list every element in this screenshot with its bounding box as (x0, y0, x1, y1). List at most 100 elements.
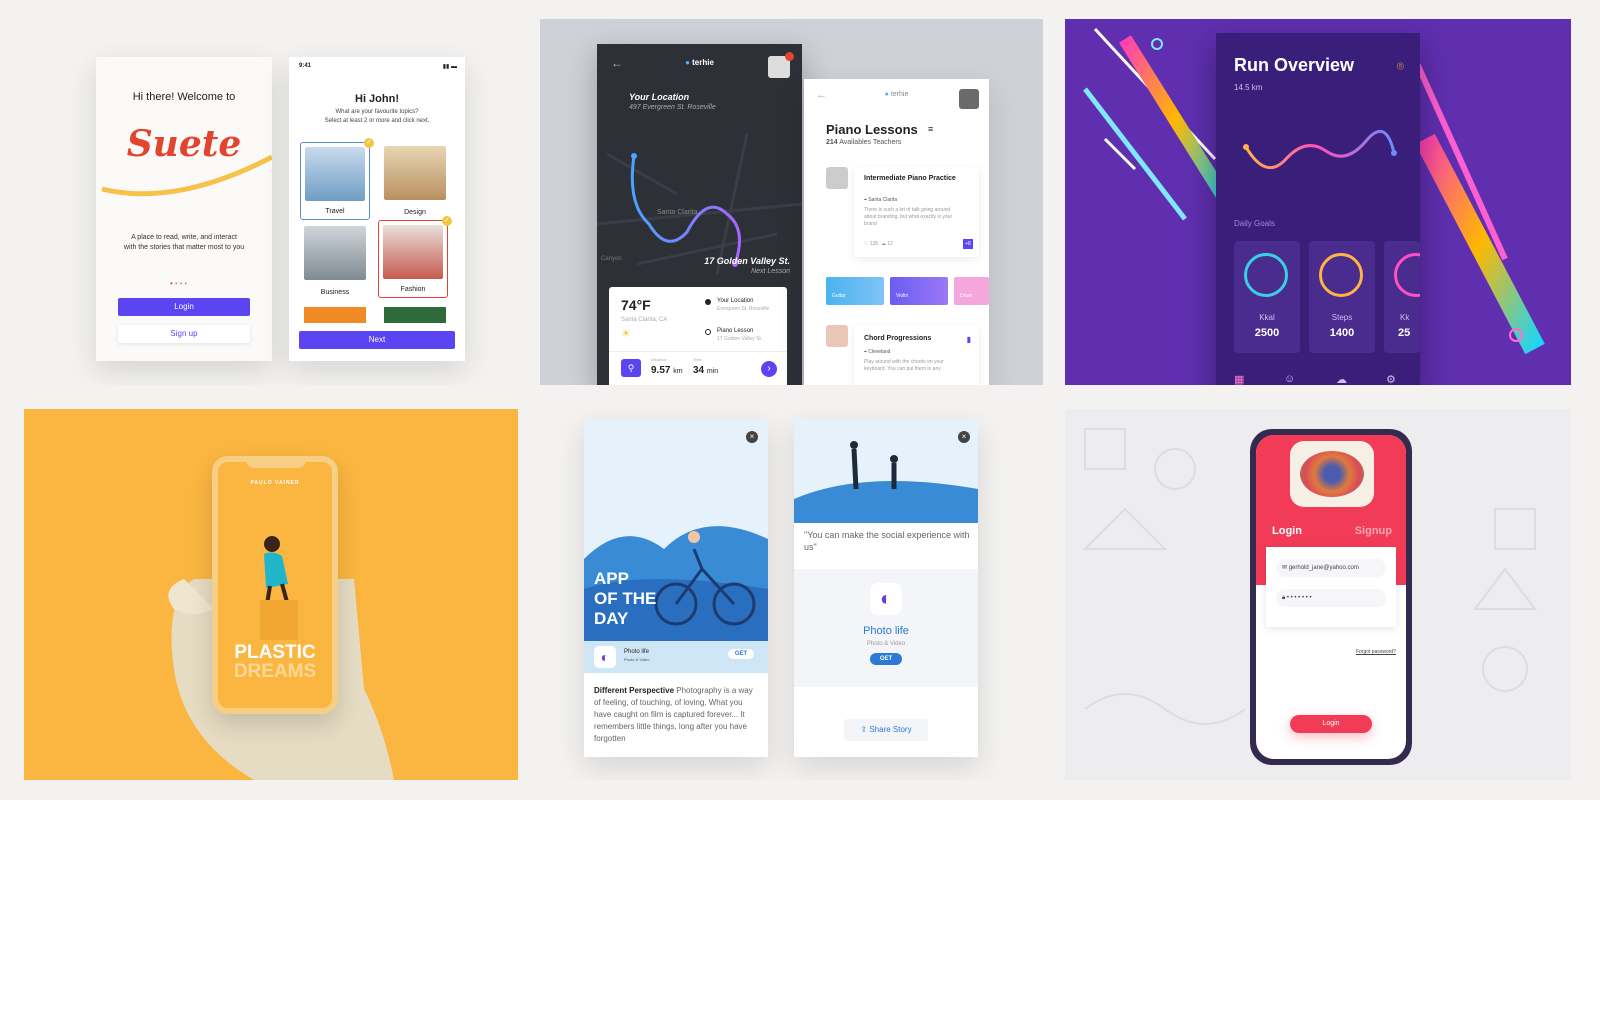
login-button[interactable]: Login (118, 298, 250, 316)
hero-line2: OF THE (594, 589, 657, 608)
cloud-icon[interactable]: ☁ (1336, 373, 1347, 385)
topic-card-design[interactable]: Design (380, 142, 450, 220)
lesson-card[interactable]: Intermediate Piano Practice ⌖ Santa Clar… (854, 167, 979, 257)
logo: Suete (126, 123, 242, 165)
avatar[interactable] (959, 89, 979, 109)
password-field[interactable]: 🔒︎ • • • • • • • (1276, 589, 1386, 607)
trip-card: 74°F Santa Clarita, CA ☀ Your Location E… (609, 287, 787, 385)
topic-label: Business (320, 289, 350, 296)
next-button[interactable]: Next (299, 331, 455, 349)
topic-image (383, 225, 443, 279)
goal-card[interactable]: Steps 1400 (1309, 241, 1375, 353)
grid-icon[interactable]: ▦ (1234, 373, 1244, 385)
app-category: Photo & Video (866, 641, 906, 647)
close-icon[interactable]: × (958, 431, 970, 443)
login-submit-button[interactable]: Login (1290, 715, 1372, 733)
poster-title-line2: DREAMS (233, 661, 317, 682)
shot-reading-app[interactable]: Hi there! Welcome to Suete A place to re… (24, 19, 518, 385)
goal-label: Kk (1400, 313, 1410, 322)
app-icon: ◐ (594, 646, 616, 668)
teacher-avatar (826, 325, 848, 347)
app-row[interactable]: ◐ Photo life Photo & Video GET (584, 641, 768, 673)
tab-login[interactable]: Login (1272, 525, 1302, 537)
location-address: 497 Evergreen St. Roseville (629, 104, 716, 111)
run-distance: 14.5 km (1234, 83, 1263, 92)
password-value: • • • • • • • (1286, 595, 1312, 601)
teachers-label: Availables Teachers (839, 139, 902, 146)
get-button[interactable]: GET (870, 653, 902, 665)
lessons-screen: ← ● terhie Piano Lessons ≡ 214 Available… (804, 79, 989, 385)
run-title: Run Overview (1234, 55, 1355, 75)
chevron-right-icon[interactable]: › (761, 361, 777, 377)
map-place: Santa Clarita (657, 209, 698, 216)
likes: ♡ 135 ☁ 12 (864, 241, 893, 247)
topic-label: Fashion (400, 286, 426, 293)
extra-count-badge: +8 (963, 239, 973, 249)
shot-plastic-dreams[interactable]: PAULO VAINER PLASTIC DREAMS (24, 409, 518, 780)
lesson1-title: Intermediate Piano Practice (864, 175, 956, 182)
stop-ring-icon (705, 329, 711, 335)
phone-frame: PAULO VAINER PLASTIC DREAMS (212, 456, 338, 714)
bookmark-icon[interactable]: ▮ (967, 335, 971, 344)
lesson2-place-text: Cleveland (868, 349, 891, 355)
welcome-title: Hi there! Welcome to (132, 91, 236, 103)
shot-music-lessons[interactable]: ← ● terhie Your Location 497 Evergreen S… (540, 19, 1043, 385)
topic-card-travel[interactable]: Travel ✓ (300, 138, 374, 220)
weather-city: Santa Clarita, CA (621, 317, 668, 323)
teachers-count: 214 Availables Teachers (826, 139, 901, 146)
stop1-sub: Evergreen St. Roseville (717, 306, 770, 312)
share-story-button[interactable]: ⇪ Share Story (844, 719, 928, 741)
goal-card[interactable]: Kkal 2500 (1234, 241, 1300, 353)
distance-unit: km (673, 368, 683, 375)
chip-guitar[interactable]: Guitar (826, 277, 884, 305)
divider (609, 351, 787, 352)
goal-card[interactable]: Kk 25 (1384, 241, 1420, 353)
article: Different Perspective Photography is a w… (594, 685, 760, 745)
share-story-screen: × "You can make the social experience wi… (794, 419, 978, 757)
lock-icon: 🔒︎ (1282, 595, 1286, 601)
hero-line1: APP (594, 569, 629, 588)
shot-food-login[interactable]: Login Signup ✉ gerhold_jane@yahoo.com 🔒︎… (1065, 409, 1571, 780)
goal-value: 2500 (1254, 327, 1280, 339)
gear-icon[interactable]: ⚙ (1386, 373, 1396, 385)
brand-logo-icon: ● (685, 58, 690, 67)
filter-icon[interactable]: ≡ (928, 124, 933, 134)
lesson1-desc: There is such a lot of talk going around… (864, 207, 953, 227)
signup-button[interactable]: Sign up (118, 325, 250, 343)
share-icon: ⇪ (860, 725, 868, 734)
topic-label: Design (404, 209, 426, 216)
likes-count: 135 (869, 241, 879, 247)
chip-violin[interactable]: Violin (890, 277, 948, 305)
destination: 17 Golden Valley St. (704, 256, 790, 266)
goal-value: 1400 (1329, 327, 1355, 339)
quote: "You can make the social experience with… (804, 530, 970, 552)
lesson-card[interactable]: Chord Progressions ▮ ⌖ Cleveland Play ar… (854, 325, 979, 385)
forgot-password-link[interactable]: Forgot password? (1356, 649, 1396, 655)
app-icon: ◐ (870, 583, 902, 615)
tagline-line1: A place to read, write, and interact (131, 234, 237, 241)
stop1-title: Your Location (717, 298, 754, 304)
chip-drum[interactable]: Drum (954, 277, 989, 305)
run-curve (1243, 129, 1397, 170)
app-category: Photo & Video (624, 657, 650, 662)
comments-count: 12 (887, 241, 893, 247)
distance-label: Distance (651, 357, 667, 362)
email-field[interactable]: ✉ gerhold_jane@yahoo.com (1276, 559, 1386, 577)
stop2-title: Piano Lesson (717, 328, 754, 334)
shot-app-of-the-day[interactable]: × APP OF THE DAY ◐ Photo life Photo & Vi… (540, 409, 1043, 780)
run-overview-screen: Run Overview ⌾ 14.5 km Daily Goals Kkal … (1216, 33, 1420, 385)
shot-run-overview[interactable]: Run Overview ⌾ 14.5 km Daily Goals Kkal … (1065, 19, 1571, 385)
tagline-line2: with the stories that matter most to you (123, 244, 245, 251)
topic-card-partial (384, 307, 446, 323)
close-icon[interactable]: × (746, 431, 758, 443)
topic-card-fashion[interactable]: Fashion ✓ (378, 216, 452, 298)
topic-label: Travel (325, 208, 345, 215)
topic-card-business[interactable]: Business (300, 222, 370, 300)
users-icon[interactable]: ☺ (1284, 373, 1295, 385)
location-pin-icon[interactable]: ⌾ (1397, 59, 1404, 74)
get-button[interactable]: GET (728, 649, 754, 659)
tab-signup[interactable]: Signup (1355, 525, 1392, 537)
goal-label: Kkal (1259, 313, 1275, 322)
mail-icon: ✉ (1282, 565, 1288, 571)
page-dots: •••• (170, 279, 190, 288)
